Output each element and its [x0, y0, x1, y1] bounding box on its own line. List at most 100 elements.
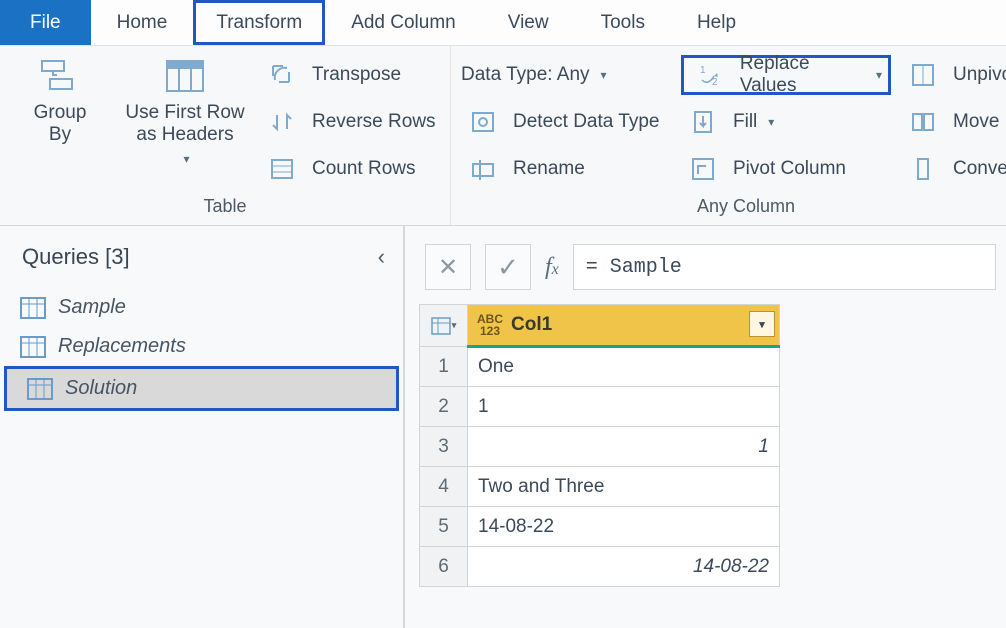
button-label: Group By — [34, 102, 87, 146]
formula-input[interactable]: = Sample — [573, 244, 996, 290]
table-icon — [20, 297, 46, 319]
tab-help[interactable]: Help — [671, 0, 762, 45]
query-label: Replacements — [58, 335, 186, 358]
formula-bar: ✕ ✓ fx = Sample — [405, 226, 1006, 304]
button-label: Rename — [513, 158, 585, 180]
ribbon-group-any-column: Data Type: Any Detect Data Type Rename 1… — [450, 46, 1006, 225]
queries-header: Queries [3] ‹ — [0, 244, 403, 288]
cell[interactable]: Two and Three — [468, 467, 780, 507]
rename-button[interactable]: Rename — [461, 149, 671, 189]
query-item-sample[interactable]: Sample — [0, 288, 403, 327]
column-header-col1[interactable]: ABC123 Col1 ▾ — [468, 305, 780, 347]
reverse-rows-button[interactable]: Reverse Rows — [260, 102, 440, 142]
tab-label: Help — [697, 12, 736, 34]
query-label: Sample — [58, 296, 126, 319]
any-type-icon: ABC123 — [477, 313, 503, 337]
button-label: Detect Data Type — [513, 111, 659, 133]
button-label: Use First Row as Headers — [125, 102, 244, 146]
tab-add-column[interactable]: Add Column — [325, 0, 482, 45]
column-filter-button[interactable]: ▾ — [749, 311, 775, 337]
pivot-column-button[interactable]: Pivot Column — [681, 149, 891, 189]
data-type-button[interactable]: Data Type: Any — [461, 55, 671, 95]
button-label: Reverse Rows — [312, 111, 436, 133]
queries-title: Queries [3] — [22, 244, 130, 270]
detect-type-icon — [461, 102, 505, 142]
tab-label: View — [508, 12, 549, 34]
formula-text: = Sample — [586, 256, 682, 279]
accept-formula-button[interactable]: ✓ — [485, 244, 531, 290]
button-label: Move — [953, 111, 999, 133]
move-icon — [901, 102, 945, 142]
count-rows-button[interactable]: Count Rows — [260, 149, 440, 189]
cell[interactable]: 14-08-22 — [468, 507, 780, 547]
replace-values-icon: 12 — [690, 55, 732, 95]
button-label: Unpivot — [953, 64, 1006, 86]
row-number[interactable]: 1 — [420, 347, 468, 387]
ribbon-group-table: Group By Use First Row as Headers Transp… — [0, 46, 450, 225]
tab-label: Tools — [601, 12, 645, 34]
transpose-icon — [260, 55, 304, 95]
tab-file[interactable]: File — [0, 0, 91, 45]
row-number[interactable]: 4 — [420, 467, 468, 507]
query-label: Solution — [65, 377, 137, 400]
tab-tools[interactable]: Tools — [575, 0, 671, 45]
tab-file-label: File — [30, 12, 61, 34]
queries-pane: Queries [3] ‹ Sample Replacements Soluti… — [0, 226, 405, 628]
transpose-button[interactable]: Transpose — [260, 55, 440, 95]
move-button[interactable]: Move — [901, 102, 1006, 142]
button-label: Count Rows — [312, 158, 416, 180]
column-name: Col1 — [511, 314, 552, 336]
content-area: Queries [3] ‹ Sample Replacements Soluti… — [0, 226, 1006, 628]
group-by-icon — [38, 56, 82, 96]
detect-data-type-button[interactable]: Detect Data Type — [461, 102, 671, 142]
button-label: Data Type: Any — [461, 64, 590, 86]
table-headers-icon — [163, 56, 207, 96]
button-label: Replace Values — [740, 53, 865, 97]
row-number[interactable]: 3 — [420, 427, 468, 467]
use-first-row-as-headers-button[interactable]: Use First Row as Headers — [120, 52, 250, 192]
row-number[interactable]: 5 — [420, 507, 468, 547]
tab-label: Home — [117, 12, 168, 34]
button-label: Pivot Column — [733, 158, 846, 180]
count-rows-icon — [260, 149, 304, 189]
tab-view[interactable]: View — [482, 0, 575, 45]
row-number[interactable]: 2 — [420, 387, 468, 427]
data-area: ✕ ✓ fx = Sample ▾ ABC123 Col1 ▾ 1One2131 — [405, 226, 1006, 628]
fill-icon — [681, 102, 725, 142]
check-icon: ✓ — [497, 252, 519, 283]
table-icon — [20, 336, 46, 358]
row-number[interactable]: 6 — [420, 547, 468, 587]
svg-text:1: 1 — [700, 65, 706, 76]
query-item-solution[interactable]: Solution — [7, 369, 396, 408]
tab-transform[interactable]: Transform — [193, 0, 325, 45]
ribbon-group-label: Any Column — [451, 192, 1006, 225]
reverse-rows-icon — [260, 102, 304, 142]
table-icon — [27, 378, 53, 400]
unpivot-button[interactable]: Unpivot — [901, 55, 1006, 95]
cell[interactable]: 1 — [468, 427, 780, 467]
tab-label: Add Column — [351, 12, 456, 34]
tab-home[interactable]: Home — [91, 0, 194, 45]
collapse-pane-button[interactable]: ‹ — [378, 244, 385, 270]
unpivot-icon — [901, 55, 945, 95]
pivot-icon — [681, 149, 725, 189]
cell[interactable]: 1 — [468, 387, 780, 427]
query-item-replacements[interactable]: Replacements — [0, 327, 403, 366]
button-label: Convert t — [953, 158, 1006, 180]
convert-button[interactable]: Convert t — [901, 149, 1006, 189]
button-label: Fill — [733, 111, 757, 133]
rename-icon — [461, 149, 505, 189]
close-icon: ✕ — [438, 253, 458, 282]
data-grid: ▾ ABC123 Col1 ▾ 1One21314Two and Three51… — [419, 304, 780, 587]
grid-corner-menu[interactable]: ▾ — [420, 305, 468, 347]
convert-icon — [901, 149, 945, 189]
cancel-formula-button[interactable]: ✕ — [425, 244, 471, 290]
cell[interactable]: One — [468, 347, 780, 387]
fill-button[interactable]: Fill — [681, 102, 891, 142]
button-label: Transpose — [312, 64, 401, 86]
cell[interactable]: 14-08-22 — [468, 547, 780, 587]
menu-tabs: File Home Transform Add Column View Tool… — [0, 0, 1006, 46]
replace-values-button[interactable]: 12 Replace Values — [681, 55, 891, 95]
group-by-button[interactable]: Group By — [10, 52, 110, 192]
ribbon-group-label: Table — [0, 192, 450, 225]
